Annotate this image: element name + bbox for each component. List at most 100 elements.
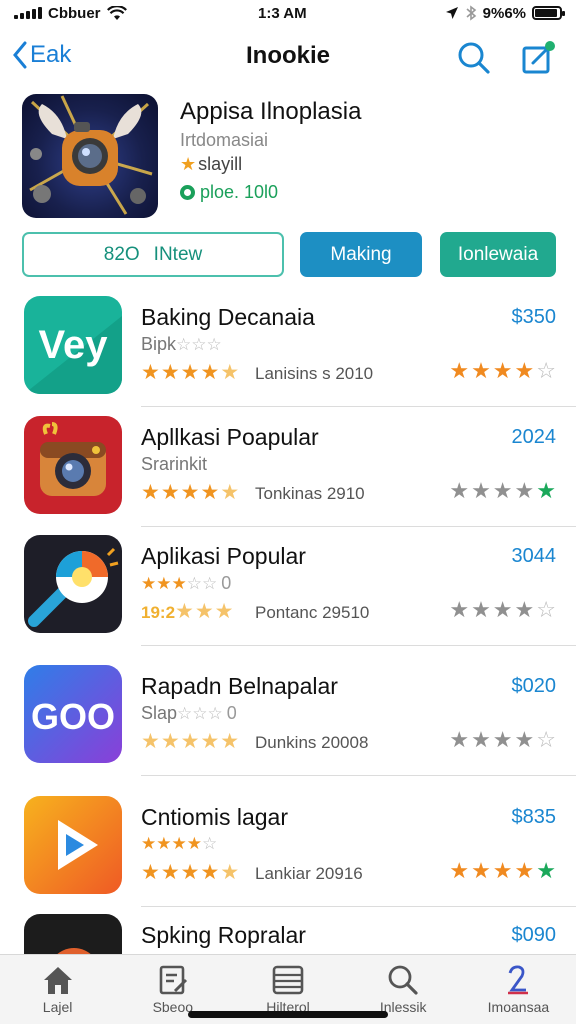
app-subtitle-row: ★ ★ ★ ☆ ☆ 0 bbox=[141, 573, 231, 594]
star-outline-icon: ☆ bbox=[202, 834, 218, 853]
compose-button[interactable] bbox=[520, 40, 556, 76]
location-arrow-icon bbox=[445, 7, 458, 19]
star-icon: ★ bbox=[141, 834, 157, 853]
app-price[interactable]: 2024 bbox=[512, 426, 557, 449]
review-star-icon: ☆ bbox=[536, 727, 558, 752]
signal-icon bbox=[14, 7, 42, 19]
app-icon bbox=[24, 535, 122, 633]
review-star-icon: ★ bbox=[514, 727, 537, 752]
app-price[interactable]: $350 bbox=[512, 306, 557, 329]
star-outline-icon: ☆ bbox=[191, 334, 207, 354]
app-meta: Tonkinas 2910 bbox=[255, 484, 365, 503]
install-button[interactable]: Ionlewaia bbox=[440, 232, 556, 277]
featured-price-label: ploe. 10l0 bbox=[200, 182, 279, 202]
app-list-row[interactable]: GOO Rapadn Belnapalar Slap ☆ ☆ ☆ 0 $020 ★★★★… bbox=[0, 665, 576, 785]
featured-app-developer: Irtdomasiai bbox=[180, 130, 269, 150]
app-rating: ★★★★★ bbox=[141, 480, 240, 505]
app-price[interactable]: 3044 bbox=[512, 545, 557, 568]
search-button[interactable] bbox=[456, 40, 492, 76]
app-icon bbox=[24, 416, 122, 514]
review-star-icon: ★ bbox=[471, 478, 493, 503]
divider bbox=[141, 775, 576, 776]
battery-icon bbox=[532, 6, 565, 20]
tab-profile[interactable]: Imoansaa bbox=[461, 955, 576, 1024]
compose-icon bbox=[522, 41, 555, 74]
app-price[interactable]: $835 bbox=[512, 806, 557, 829]
review-star-icon: ★ bbox=[514, 597, 537, 622]
star-icon: ★ bbox=[156, 573, 172, 593]
review-star-icon: ★ bbox=[514, 358, 537, 383]
review-star-icon: ★ bbox=[492, 727, 515, 752]
star-outline-icon: ☆ bbox=[207, 703, 223, 723]
app-name: Apllkasi Poapular bbox=[141, 424, 319, 450]
rating-stars-partial: ★★★★★ bbox=[141, 730, 241, 753]
featured-app[interactable]: Appisa Ilnoplasia Irtdomasiai ★ slayill … bbox=[22, 94, 562, 220]
icon-text: Vey bbox=[39, 323, 109, 367]
tab-label: Lajel bbox=[42, 999, 73, 1015]
star-outline-icon: ☆ bbox=[206, 334, 222, 354]
featured-app-price: ploe. 10l0 bbox=[180, 182, 278, 203]
rating-stars: ★★★★ bbox=[141, 361, 221, 384]
featured-rating-label: slayill bbox=[198, 154, 243, 174]
app-price[interactable]: $020 bbox=[512, 675, 557, 698]
app-rating: ★★★★★ bbox=[141, 860, 240, 885]
status-bar: Cbbuer 1:3 AM 9%6% bbox=[0, 0, 576, 26]
app-list-row[interactable]: Vey Baking Decanaia Bipk ☆ ☆ ☆ $350 ★★★★★ L… bbox=[0, 296, 576, 416]
app-meta: Lanisins s 2010 bbox=[255, 364, 374, 383]
featured-app-name: Appisa Ilnoplasia bbox=[180, 98, 362, 125]
making-button[interactable]: Making bbox=[300, 232, 422, 277]
app-subtitle: Bipk bbox=[141, 334, 177, 354]
rating-stars-partial: ★ bbox=[220, 481, 241, 504]
app-name: Rapadn Belnapalar bbox=[141, 673, 338, 699]
star-icon: ★ bbox=[171, 834, 187, 853]
app-subtitle-row: ★ ★ ★ ★ ☆ bbox=[141, 834, 217, 854]
new-label: INtew bbox=[153, 243, 203, 265]
star-outline-icon: ☆ bbox=[202, 573, 218, 593]
app-subtitle: Srarinkit bbox=[141, 454, 208, 474]
app-icon: Vey bbox=[24, 296, 122, 394]
tab-home[interactable]: Lajel bbox=[0, 955, 115, 1024]
home-indicator bbox=[188, 1011, 388, 1018]
carrier-label: Cbbuer bbox=[48, 4, 101, 22]
review-star-icon: ★ bbox=[536, 478, 558, 503]
app-name: Cntiomis lagar bbox=[141, 804, 288, 830]
review-star-icon: ☆ bbox=[536, 358, 558, 383]
star-outline-icon: ☆ bbox=[177, 703, 193, 723]
review-star-icon: ★ bbox=[536, 858, 558, 883]
app-subtitle-row: Srarinkit bbox=[141, 454, 207, 475]
star-icon: ★ bbox=[171, 573, 187, 593]
search-icon bbox=[458, 42, 490, 74]
app-list-row[interactable]: Cntiomis lagar ★ ★ ★ ★ ☆ $835 ★★★★★ Lankiar … bbox=[0, 796, 576, 916]
app-name: Aplikasi Popular bbox=[141, 543, 306, 569]
divider bbox=[141, 406, 576, 407]
app-list-row[interactable]: Aplikasi Popular ★ ★ ★ ☆ ☆ 0 3044 19:2★★★ Pon… bbox=[0, 535, 576, 655]
app-list-row[interactable]: Apllkasi Poapular Srarinkit 2024 ★★★★★ T… bbox=[0, 416, 576, 536]
tab-label: Sbeoo bbox=[152, 999, 194, 1015]
app-icon: GOO bbox=[24, 665, 122, 763]
star-icon: ★ bbox=[156, 834, 172, 853]
star-icon: ★ bbox=[180, 154, 197, 174]
tab-label: Imoansaa bbox=[487, 999, 550, 1015]
divider bbox=[141, 645, 576, 646]
count-new-button[interactable]: 82O INtew bbox=[22, 232, 284, 277]
featured-app-artwork bbox=[22, 94, 158, 218]
rating-stars: ★★★★ bbox=[141, 481, 221, 504]
home-icon bbox=[43, 967, 72, 994]
rating-stars-partial: ★ bbox=[220, 361, 241, 384]
review-star-icon: ★ bbox=[492, 597, 515, 622]
star-icon: ★ bbox=[141, 573, 157, 593]
count-label: 82O bbox=[103, 243, 140, 265]
rating-stars-partial: ★★★ bbox=[175, 600, 235, 623]
review-stars: ★★★★☆ bbox=[449, 358, 558, 384]
rating-count: 19:2 bbox=[141, 603, 176, 622]
app-price[interactable]: $090 bbox=[512, 924, 557, 947]
navigation-bar: Eak Inookie bbox=[0, 34, 576, 82]
app-meta: Dunkins 20008 bbox=[255, 733, 369, 752]
app-meta: Pontanc 29510 bbox=[255, 603, 370, 622]
review-star-icon: ★ bbox=[471, 858, 493, 883]
star-outline-icon: ☆ bbox=[186, 573, 202, 593]
rating-stars-partial: ★ bbox=[220, 861, 241, 884]
app-sub-extra: 0 bbox=[226, 703, 237, 723]
app-rating: 19:2★★★ bbox=[141, 599, 235, 624]
app-subtitle-row: Slap ☆ ☆ ☆ 0 bbox=[141, 703, 237, 724]
